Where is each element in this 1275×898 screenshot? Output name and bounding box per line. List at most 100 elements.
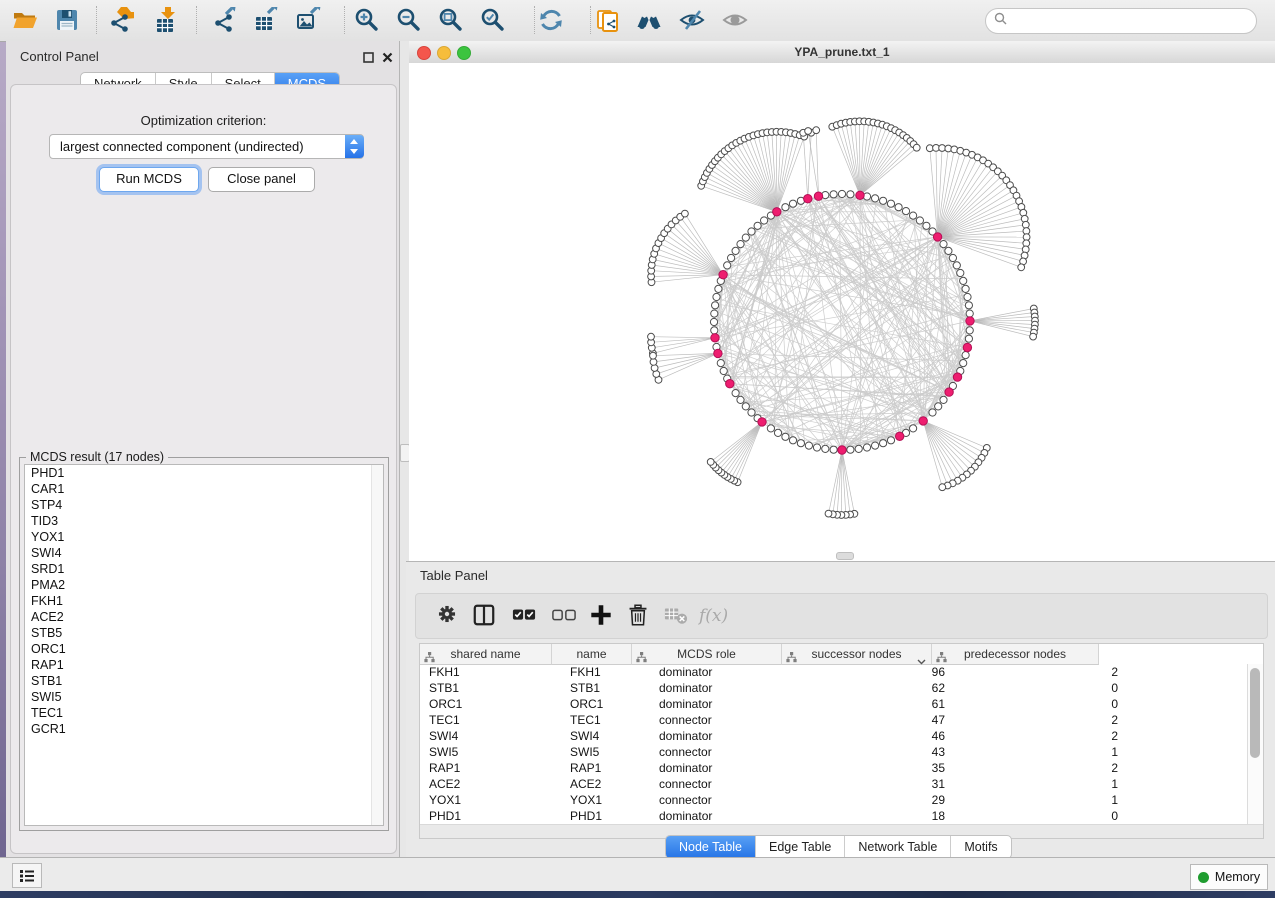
deselect-all-icon[interactable]	[552, 603, 578, 629]
columns-icon[interactable]	[472, 603, 498, 629]
gear-icon[interactable]	[436, 603, 462, 629]
close-panel-icon[interactable]	[382, 50, 393, 68]
search-network-icon[interactable]	[636, 7, 664, 35]
task-history-button[interactable]	[12, 863, 42, 888]
toolbar-separator	[344, 6, 345, 34]
network-window-titlebar[interactable]: YPA_prune.txt_1	[409, 41, 1275, 64]
mcds-result-list[interactable]: PHD1CAR1STP4TID3YOX1SWI4SRD1PMA2FKH1ACE2…	[24, 464, 384, 826]
table-row[interactable]: SWI5SWI5connector431	[420, 744, 1126, 760]
toolbar-separator	[96, 6, 97, 34]
import-table-icon[interactable]	[152, 7, 180, 35]
mcds-result-item[interactable]: STB1	[25, 673, 383, 689]
mcds-result-item[interactable]: SWI4	[25, 545, 383, 561]
tab-edge-table[interactable]: Edge Table	[756, 836, 845, 858]
table-header-row[interactable]: shared name nameMCDS rolesuccessor nodes p…	[420, 644, 1099, 664]
import-network-icon[interactable]	[108, 7, 136, 35]
mcds-result-item[interactable]: SRD1	[25, 561, 383, 577]
float-panel-icon[interactable]	[363, 50, 374, 68]
network-view[interactable]	[409, 63, 1275, 561]
table-cell: 1	[959, 792, 1126, 808]
zoom-fit-icon[interactable]	[438, 7, 466, 35]
tab-node-table[interactable]: Node Table	[666, 836, 756, 858]
open-folder-icon[interactable]	[12, 7, 40, 35]
hide-selected-icon[interactable]	[679, 7, 707, 35]
table-row[interactable]: ACE2ACE2connector311	[420, 776, 1126, 792]
mcds-result-item[interactable]: STB5	[25, 625, 383, 641]
mcds-result-group: MCDS result (17 nodes) PHD1CAR1STP4TID3Y…	[19, 457, 389, 831]
export-image-icon[interactable]	[296, 7, 324, 35]
show-all-icon[interactable]	[722, 7, 750, 35]
zoom-out-icon[interactable]	[396, 7, 424, 35]
export-table-icon[interactable]	[254, 7, 282, 35]
tab-motifs[interactable]: Motifs	[951, 836, 1010, 858]
search-box[interactable]	[985, 8, 1257, 34]
table-cell: connector	[650, 744, 809, 760]
save-icon[interactable]	[54, 7, 82, 35]
mcds-result-item[interactable]: TEC1	[25, 705, 383, 721]
export-network-icon[interactable]	[212, 7, 240, 35]
mcds-result-item[interactable]: GCR1	[25, 721, 383, 737]
mcds-result-item[interactable]: PHD1	[25, 465, 383, 481]
add-icon[interactable]	[589, 603, 615, 629]
mcds-result-item[interactable]: ACE2	[25, 609, 383, 625]
table-cell: YOX1	[420, 792, 561, 808]
tab-network-table[interactable]: Network Table	[845, 836, 951, 858]
export-document-icon[interactable]	[596, 7, 624, 35]
mcds-result-item[interactable]: RAP1	[25, 657, 383, 673]
main-toolbar	[0, 0, 1275, 42]
zoom-selected-icon[interactable]	[480, 7, 508, 35]
memory-button[interactable]: Memory	[1190, 864, 1268, 890]
table-row[interactable]: SWI4SWI4dominator462	[420, 728, 1126, 744]
zoom-window-icon[interactable]	[457, 46, 471, 60]
column-header-predecessor-nodes[interactable]: predecessor nodes	[932, 644, 1099, 665]
table-cell: 0	[959, 696, 1126, 712]
close-panel-button[interactable]: Close panel	[208, 167, 315, 192]
table-row[interactable]: TEC1TEC1connector472	[420, 712, 1126, 728]
search-input[interactable]	[1011, 13, 1256, 29]
table-cell: 2	[959, 728, 1126, 744]
table-row[interactable]: FKH1FKH1dominator962	[420, 664, 1126, 680]
table-tabs: Node TableEdge TableNetwork TableMotifs	[665, 835, 1012, 859]
column-header-shared-name[interactable]: shared name	[420, 644, 552, 665]
optimization-criterion-select[interactable]: largest connected component (undirected)	[49, 134, 364, 159]
trash-icon[interactable]	[627, 603, 653, 629]
run-mcds-button[interactable]: Run MCDS	[99, 167, 199, 192]
table-row[interactable]: STB1STB1dominator620	[420, 680, 1126, 696]
table-cell: 0	[959, 680, 1126, 696]
network-graph[interactable]	[409, 63, 1275, 561]
mcds-result-item[interactable]: FKH1	[25, 593, 383, 609]
table-row[interactable]: PHD1PHD1dominator180	[420, 808, 1126, 824]
column-label: shared name	[450, 647, 520, 661]
refresh-icon[interactable]	[538, 7, 566, 35]
zoom-in-icon[interactable]	[354, 7, 382, 35]
table-scrollbar-thumb[interactable]	[1250, 668, 1260, 758]
table-row[interactable]: ORC1ORC1dominator610	[420, 696, 1126, 712]
mcds-result-item[interactable]: TID3	[25, 513, 383, 529]
column-header-successor-nodes[interactable]: successor nodes	[782, 644, 932, 665]
list-scrollbar[interactable]	[371, 465, 383, 825]
mcds-result-item[interactable]: STP4	[25, 497, 383, 513]
table-cell: connector	[650, 712, 809, 728]
table-row[interactable]: RAP1RAP1dominator352	[420, 760, 1126, 776]
mcds-result-item[interactable]: ORC1	[25, 641, 383, 657]
mcds-result-item[interactable]: YOX1	[25, 529, 383, 545]
column-header-name[interactable]: name	[552, 644, 632, 665]
mcds-result-item[interactable]: CAR1	[25, 481, 383, 497]
mcds-result-item[interactable]: PMA2	[25, 577, 383, 593]
table-cell: YOX1	[561, 792, 650, 808]
table-cell: 1	[959, 744, 1126, 760]
table-scrollbar[interactable]	[1247, 664, 1263, 824]
table-cell: 96	[809, 664, 959, 680]
table-row[interactable]: YOX1YOX1connector291	[420, 792, 1126, 808]
table-cell: dominator	[650, 696, 809, 712]
column-label: predecessor nodes	[964, 647, 1066, 661]
mcds-result-item[interactable]: SWI5	[25, 689, 383, 705]
memory-label: Memory	[1215, 870, 1260, 884]
node-table[interactable]: shared name nameMCDS rolesuccessor nodes p…	[419, 643, 1264, 839]
horizontal-splitter-handle[interactable]	[836, 552, 854, 560]
control-panel-title: Control Panel	[20, 49, 99, 64]
close-window-icon[interactable]	[417, 46, 431, 60]
minimize-window-icon[interactable]	[437, 46, 451, 60]
select-all-icon[interactable]	[512, 603, 538, 629]
column-header-MCDS-role[interactable]: MCDS role	[632, 644, 782, 665]
